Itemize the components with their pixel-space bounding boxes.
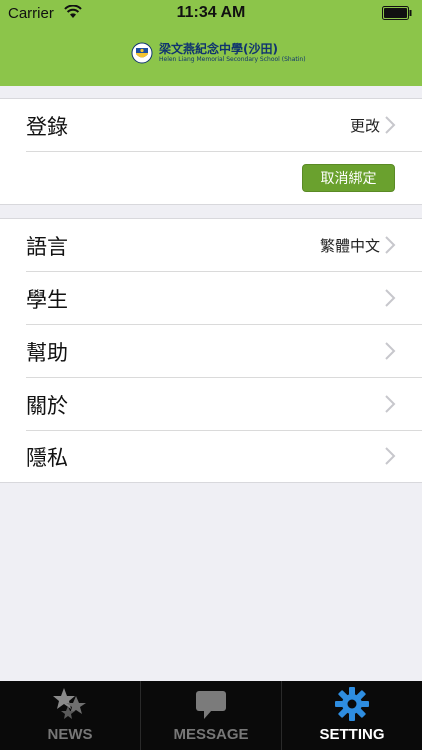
settings-item-label: 關於 <box>26 394 68 418</box>
settings-item-help[interactable]: 幫助 <box>0 325 422 377</box>
tab-label: NEWS <box>47 726 93 743</box>
login-row[interactable]: 登錄 更改 <box>0 99 422 151</box>
tab-bar: NEWS MESSAGE SETTING <box>0 681 422 750</box>
settings-item-privacy[interactable]: 隱私 <box>0 430 422 482</box>
chevron-right-icon <box>385 116 396 134</box>
tab-setting[interactable]: SETTING <box>282 681 422 750</box>
change-label: 更改 <box>349 117 380 135</box>
divider <box>26 151 422 152</box>
school-brand: 梁文燕紀念中學(沙田) Helen Liang Memorial Seconda… <box>131 40 306 66</box>
unbind-button[interactable]: 取消綁定 <box>302 164 395 192</box>
school-name-en: Helen Liang Memorial Secondary School (S… <box>159 56 306 63</box>
language-value: 繁體中文 <box>319 237 380 255</box>
status-time: 11:34 AM <box>176 4 246 21</box>
settings-item-label: 學生 <box>26 288 68 312</box>
brand-text: 梁文燕紀念中學(沙田) Helen Liang Memorial Seconda… <box>159 43 306 63</box>
login-group: 登錄 更改 取消綁定 <box>0 98 422 205</box>
tab-label: MESSAGE <box>173 726 249 743</box>
settings-item-label: 隱私 <box>26 446 68 470</box>
tab-label: SETTING <box>319 726 385 743</box>
chevron-right-icon <box>385 236 396 254</box>
settings-item-label: 幫助 <box>26 341 68 365</box>
school-logo-icon <box>131 42 153 64</box>
tab-message[interactable]: MESSAGE <box>141 681 282 750</box>
tab-news[interactable]: NEWS <box>0 681 141 750</box>
school-name: 梁文燕紀念中學(沙田) <box>159 42 278 56</box>
settings-item-language[interactable]: 語言 繁體中文 <box>0 219 422 271</box>
settings-item-about[interactable]: 關於 <box>0 378 422 430</box>
speech-bubble-icon <box>196 691 226 719</box>
header: Carrier 11:34 AM 梁文燕紀念中學(沙田) Helen Liang… <box>0 0 422 86</box>
battery-icon <box>382 6 412 20</box>
stars-icon <box>53 688 86 719</box>
status-bar: Carrier 11:34 AM <box>0 0 422 30</box>
chevron-right-icon <box>385 289 396 307</box>
gear-icon <box>335 687 369 721</box>
chevron-right-icon <box>385 342 396 360</box>
settings-item-student[interactable]: 學生 <box>0 272 422 324</box>
chevron-right-icon <box>385 447 396 465</box>
login-label: 登錄 <box>26 115 68 139</box>
settings-item-label: 語言 <box>26 235 68 259</box>
chevron-right-icon <box>385 395 396 413</box>
settings-group: 語言 繁體中文 學生 幫助 關於 隱私 <box>0 218 422 483</box>
